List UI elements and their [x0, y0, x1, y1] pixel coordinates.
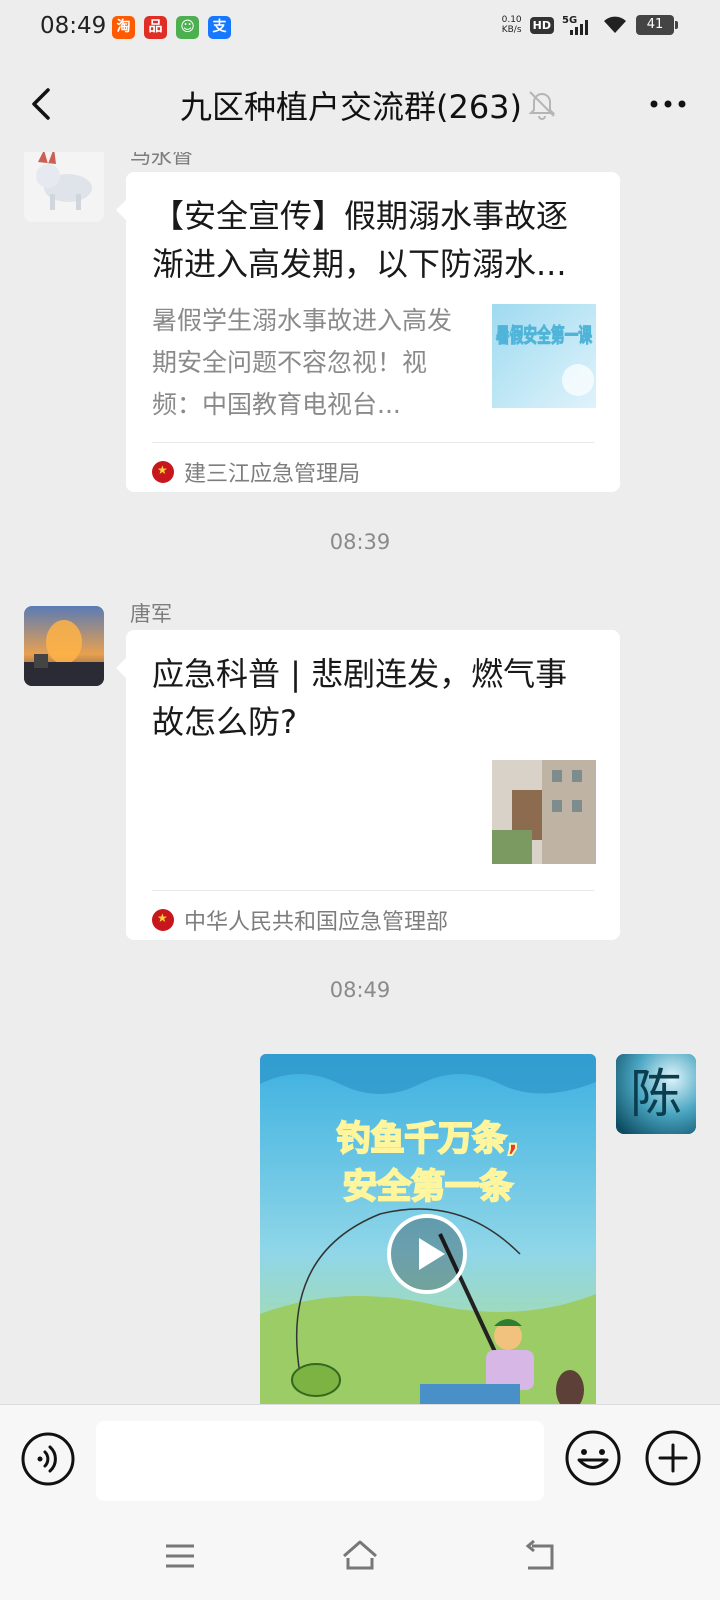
system-navigation-bar	[0, 1514, 720, 1600]
message-input-bar	[0, 1404, 720, 1514]
article-card[interactable]: 【安全宣传】假期溺水事故逐渐进入高发期，以下防溺水... 暑假学生溺水事故进入高…	[116, 172, 620, 492]
avatar[interactable]	[24, 152, 104, 222]
card-thumbnail	[492, 760, 596, 864]
video-message[interactable]: 钓鱼千万条, 安全第一条	[260, 1054, 596, 1404]
message-timestamp: 08:49	[329, 978, 391, 1002]
status-indicators: 0.10 KB/s HD 5G 41	[501, 14, 678, 36]
network-speed: 0.10 KB/s	[501, 15, 522, 35]
card-source: 建三江应急管理局	[152, 456, 360, 488]
wifi-icon	[604, 16, 626, 33]
kids-app-icon: ☺	[176, 16, 199, 39]
article-card[interactable]: 应急科普 | 悲剧连发，燃气事故怎么防? 中华人民共和国应急管理部	[116, 630, 620, 940]
card-divider	[152, 442, 594, 443]
card-source: 中华人民共和国应急管理部	[152, 904, 448, 936]
back-icon[interactable]	[518, 1534, 562, 1578]
avatar[interactable]	[24, 606, 104, 686]
sender-name: 马永督	[130, 152, 193, 168]
building-fire-thumbnail	[492, 760, 596, 864]
chat-header: 九区种植户交流群(263)	[0, 56, 720, 152]
status-bar: 08:49 淘 品 ☺ 支 0.10 KB/s HD 5G 41	[0, 0, 720, 56]
hd-badge: HD	[529, 16, 554, 34]
fire-scene-avatar-image	[24, 606, 104, 686]
card-thumbnail: 暑假安全第一课	[492, 304, 596, 408]
self-avatar[interactable]: 陈	[616, 1054, 696, 1134]
more-functions-plus-icon[interactable]	[644, 1429, 702, 1487]
card-title: 【安全宣传】假期溺水事故逐渐进入高发期，以下防溺水...	[152, 197, 569, 283]
national-emblem-icon	[152, 461, 174, 483]
network-type: 5G	[562, 15, 577, 26]
self-avatar-text: 陈	[630, 1065, 682, 1125]
menu-icon[interactable]	[158, 1534, 202, 1578]
card-divider	[152, 890, 594, 891]
message-list[interactable]: 马永督 【安全宣传】假期溺水事故逐渐进入高发期，以下防溺水... 暑假学生溺水事…	[0, 152, 720, 1404]
video-caption-line2: 安全第一条	[343, 1167, 513, 1207]
alipay-app-icon: 支	[208, 16, 231, 39]
thumb-text: 暑假安全第一课	[496, 323, 593, 347]
voice-input-icon[interactable]	[20, 1431, 76, 1487]
play-button[interactable]	[387, 1214, 467, 1294]
mute-bell-icon	[528, 91, 556, 120]
source-name: 建三江应急管理局	[184, 462, 361, 487]
chat-title: 九区种植户交流群(263)	[179, 88, 523, 126]
signal-5g-icon: 5G	[562, 15, 588, 35]
more-options-icon[interactable]	[648, 92, 688, 116]
home-icon[interactable]	[338, 1534, 382, 1578]
play-icon	[419, 1238, 445, 1270]
pinduoduo-app-icon: 品	[144, 16, 167, 39]
battery-icon: 41	[636, 15, 678, 35]
notification-apps: 淘 品 ☺ 支	[112, 16, 231, 39]
card-title: 应急科普 | 悲剧连发，燃气事故怎么防?	[152, 655, 568, 741]
message-input[interactable]	[96, 1421, 544, 1501]
emoji-icon[interactable]	[564, 1429, 622, 1487]
national-emblem-icon	[152, 909, 174, 931]
status-time: 08:49	[40, 13, 107, 39]
source-name: 中华人民共和国应急管理部	[184, 910, 449, 935]
qilin-statue-avatar-image	[24, 152, 104, 222]
taobao-app-icon: 淘	[112, 16, 135, 39]
card-description: 暑假学生溺水事故进入高发期安全问题不容忽视！视频：中国教育电视台...	[152, 306, 453, 419]
sender-name: 唐军	[130, 602, 172, 626]
message-timestamp: 08:39	[329, 530, 391, 554]
video-caption-line1: 钓鱼千万条,	[337, 1119, 520, 1159]
